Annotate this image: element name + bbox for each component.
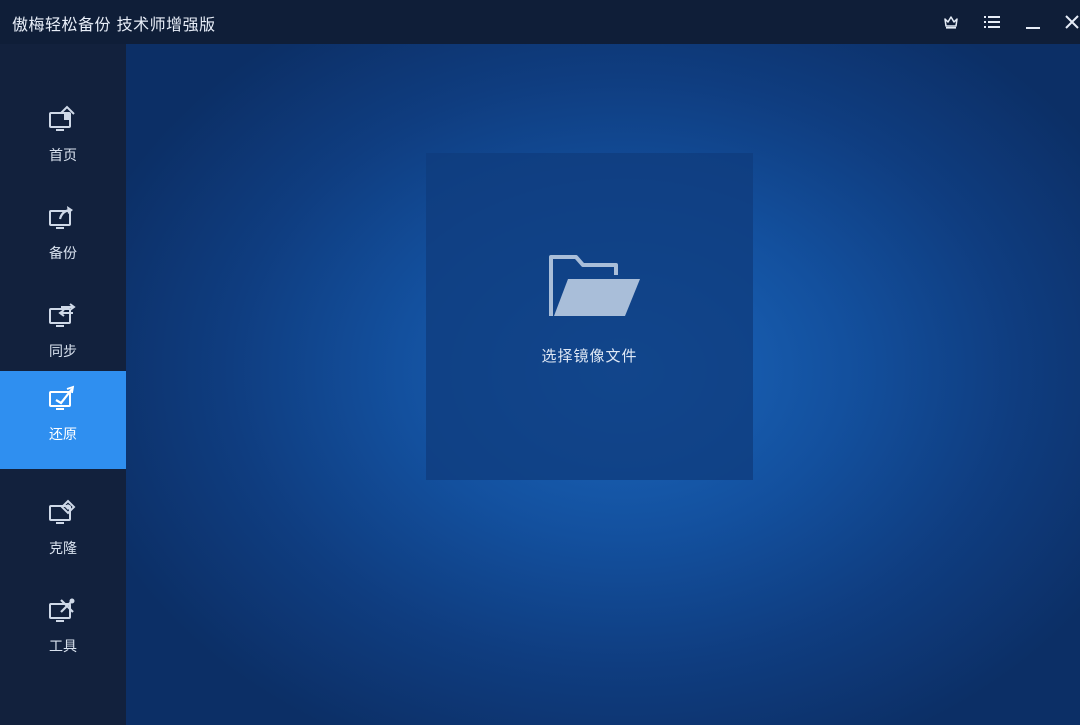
main-panel: 选择镜像文件 [126,44,1080,725]
sidebar-item-label: 首页 [49,148,77,164]
crown-icon[interactable] [937,8,965,36]
sidebar-item-label: 工具 [49,639,77,655]
minimize-icon[interactable] [1019,8,1047,36]
monitor-sync-icon [47,301,77,331]
sidebar-item-restore[interactable]: 还原 [0,371,126,469]
app-window: 傲梅轻松备份 技术师增强版 首页 备份 同步 还原 克隆 工具 选择镜像文件 [0,0,1080,725]
title-bar: 傲梅轻松备份 技术师增强版 [0,0,1080,44]
sidebar-item-tools[interactable]: 工具 [0,583,126,681]
sidebar-item-label: 备份 [49,246,77,262]
sidebar-item-label: 还原 [49,427,77,443]
close-icon[interactable] [1058,8,1080,36]
sidebar-item-label: 同步 [49,344,77,360]
menu-icon[interactable] [978,8,1006,36]
select-image-file-button[interactable]: 选择镜像文件 [426,153,753,480]
monitor-tools-icon [47,596,77,626]
monitor-clone-icon [47,498,77,528]
monitor-home-icon [47,105,77,135]
monitor-restore-icon [47,384,77,414]
select-image-file-label: 选择镜像文件 [541,347,638,365]
sidebar-item-label: 克隆 [49,541,77,557]
monitor-export-icon [47,203,77,233]
window-title: 傲梅轻松备份 技术师增强版 [12,15,216,34]
sidebar-item-home[interactable]: 首页 [0,92,126,190]
sidebar-item-clone[interactable]: 克隆 [0,485,126,583]
folder-open-icon [548,253,642,319]
sidebar: 首页 备份 同步 还原 克隆 工具 [0,44,126,725]
sidebar-item-backup[interactable]: 备份 [0,190,126,288]
